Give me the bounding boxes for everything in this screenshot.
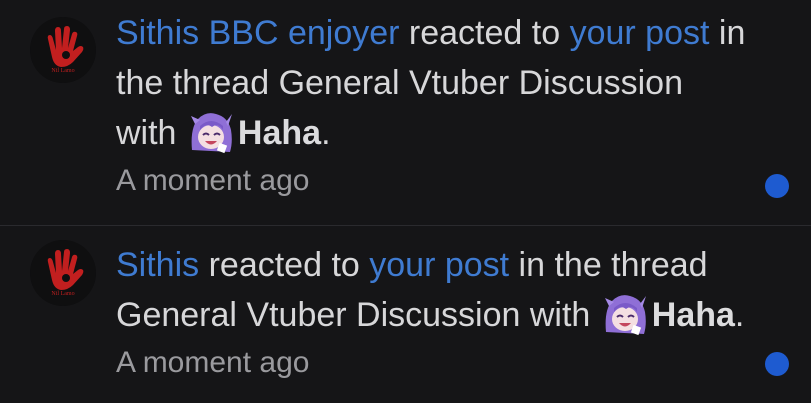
notification-content: Sithis reacted to your post in the threa… <box>116 240 783 384</box>
notification-line-2: the thread General Vtuber Discussion <box>116 64 683 102</box>
red-hand-logo-icon: Nil Lamo <box>30 17 96 83</box>
avatar[interactable]: Nil Lamo <box>30 17 96 83</box>
vtuber-laughing-face-icon <box>602 292 648 336</box>
your-post-link[interactable]: your post <box>369 246 509 284</box>
notification-item[interactable]: Nil Lamo Sithis BBC enjoyer reacted to y… <box>0 0 811 226</box>
period-text: . <box>321 114 331 152</box>
notification-line-2: General Vtuber Discussion with Haha. <box>116 290 783 340</box>
notification-list: Nil Lamo Sithis BBC enjoyer reacted to y… <box>0 0 811 403</box>
notification-line-1: Sithis reacted to your post in the threa… <box>116 240 783 290</box>
timestamp: A moment ago <box>116 346 310 379</box>
in-the-thread-text: in the thread <box>509 246 708 284</box>
thread-with-text: General Vtuber Discussion with <box>116 296 591 334</box>
reaction-label: Haha <box>237 114 322 152</box>
username-link[interactable]: Sithis <box>116 246 199 284</box>
notification-line-1: Sithis BBC enjoyer reacted to your post … <box>116 8 783 58</box>
period-text: . <box>734 296 745 334</box>
your-post-link[interactable]: your post <box>570 14 710 52</box>
with-text: with <box>116 114 177 152</box>
timestamp: A moment ago <box>116 164 310 197</box>
vtuber-laughing-face-icon <box>188 110 234 154</box>
username-link[interactable]: Sithis BBC enjoyer <box>116 14 399 52</box>
notification-item[interactable]: Nil Lamo Sithis reacted to your post in … <box>0 226 811 403</box>
reacted-to-text: reacted to <box>199 246 370 284</box>
svg-text:Nil Lamo: Nil Lamo <box>51 291 74 297</box>
in-text: in <box>709 14 746 52</box>
avatar[interactable]: Nil Lamo <box>30 240 96 306</box>
notification-line-3: with Haha. <box>116 108 783 158</box>
reaction-label: Haha <box>651 296 735 334</box>
reacted-to-text: reacted to <box>399 14 570 52</box>
notification-content: Sithis BBC enjoyer reacted to your post … <box>116 8 783 202</box>
red-hand-logo-icon: Nil Lamo <box>30 240 96 306</box>
svg-text:Nil Lamo: Nil Lamo <box>51 68 74 74</box>
unread-dot[interactable] <box>765 174 789 198</box>
unread-dot[interactable] <box>765 352 789 376</box>
